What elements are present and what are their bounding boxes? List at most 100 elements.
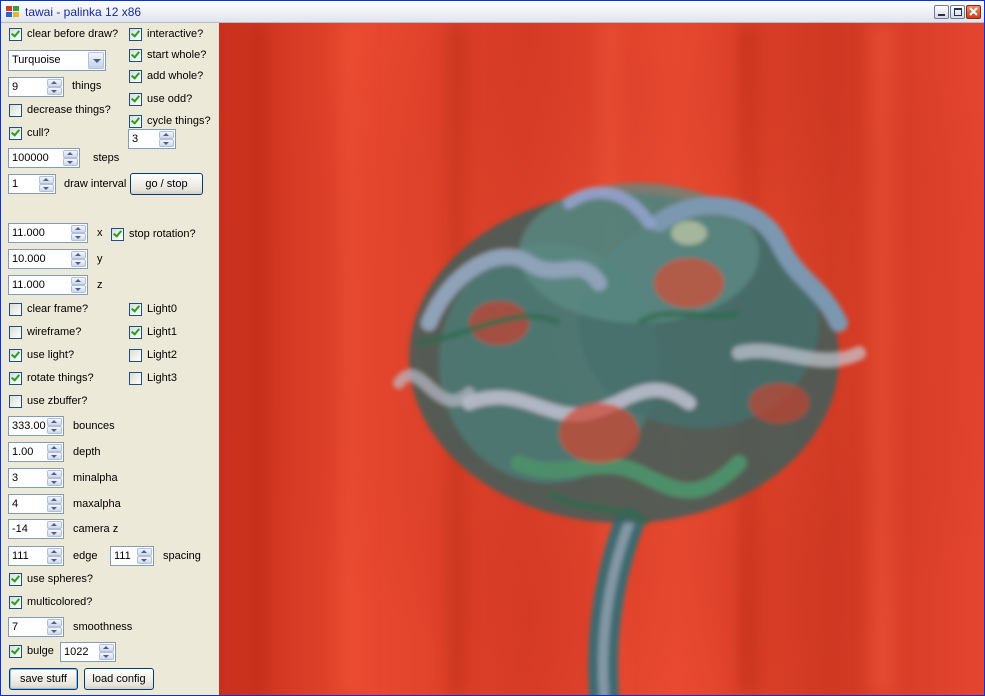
spacing-label: spacing [163, 550, 201, 562]
smoothness-spin-arrows[interactable] [47, 619, 62, 635]
light1-box[interactable] [129, 326, 142, 339]
decrease-things-box[interactable] [9, 104, 22, 117]
bounces-value: 333.00 [12, 420, 46, 432]
cycle-things-label: cycle things? [147, 115, 211, 127]
x-spin-arrows[interactable] [71, 225, 86, 241]
use-light-box[interactable] [9, 349, 22, 362]
render-canvas[interactable] [219, 23, 984, 695]
maxalpha-label: maxalpha [73, 498, 121, 510]
minimize-button[interactable] [934, 5, 949, 19]
minalpha-spinner[interactable]: 3 [8, 468, 64, 488]
bulge-value: 1022 [64, 646, 89, 658]
multicolored-box[interactable] [9, 596, 22, 609]
rotate-things-box[interactable] [9, 372, 22, 385]
bounces-spinner[interactable]: 333.00 [8, 416, 64, 436]
window-title: tawai - palinka 12 x86 [25, 5, 142, 19]
clear-before-draw-box[interactable] [9, 28, 22, 41]
light0-label: Light0 [147, 303, 177, 315]
interactive-box[interactable] [129, 28, 142, 41]
light3-box[interactable] [129, 372, 142, 385]
z-spinner[interactable]: 11.000 [8, 275, 88, 295]
maxalpha-spin-arrows[interactable] [47, 496, 62, 512]
smoothness-label: smoothness [73, 621, 133, 633]
y-spin-arrows[interactable] [71, 251, 86, 267]
add-whole-label: add whole? [147, 70, 204, 82]
light3-label: Light3 [147, 372, 177, 384]
light2-box[interactable] [129, 349, 142, 362]
stop-rotation-box[interactable] [111, 228, 124, 241]
spacing-spin-arrows[interactable] [137, 548, 152, 564]
clear-frame-box[interactable] [9, 303, 22, 316]
cycle-value: 3 [132, 133, 139, 145]
app-icon [6, 6, 19, 17]
draw-interval-label: draw interval [64, 178, 127, 190]
wireframe-label: wireframe? [27, 326, 82, 338]
multicolored-label: multicolored? [27, 596, 93, 608]
cycle-things-box[interactable] [129, 115, 142, 128]
draw-interval-spin-arrows[interactable] [39, 176, 54, 192]
wireframe-box[interactable] [9, 326, 22, 339]
things-spinner[interactable]: 9 [8, 77, 64, 97]
start-whole-label: start whole? [147, 49, 207, 61]
steps-spinner[interactable]: 100000 [8, 148, 80, 168]
minalpha-label: minalpha [73, 472, 118, 484]
bounces-spin-arrows[interactable] [47, 418, 62, 434]
y-value: 10.000 [12, 253, 46, 265]
camera-z-spinner[interactable]: -14 [8, 519, 64, 539]
depth-spin-arrows[interactable] [47, 444, 62, 460]
z-value: 11.000 [12, 279, 45, 291]
camera-z-label: camera z [73, 523, 119, 535]
start-whole-box[interactable] [129, 49, 142, 62]
clear-before-draw-label: clear before draw? [27, 28, 119, 40]
z-spin-arrows[interactable] [71, 277, 86, 293]
cycle-spin-arrows[interactable] [159, 131, 174, 147]
maximize-button[interactable] [950, 5, 965, 19]
minimize-icon [938, 14, 945, 16]
color-select-value: Turquoise [12, 54, 61, 66]
steps-spin-arrows[interactable] [63, 150, 78, 166]
x-spinner[interactable]: 11.000 [8, 223, 88, 243]
color-select[interactable]: Turquoise [8, 50, 106, 71]
y-spinner[interactable]: 10.000 [8, 249, 88, 269]
use-zbuffer-box[interactable] [9, 395, 22, 408]
cull-box[interactable] [9, 127, 22, 140]
edge-spin-arrows[interactable] [47, 548, 62, 564]
render-viewport[interactable] [219, 23, 984, 695]
draw-interval-value: 1 [12, 178, 19, 190]
edge-spinner[interactable]: 111 [8, 546, 64, 566]
things-spin-arrows[interactable] [47, 79, 62, 95]
stop-rotation-label: stop rotation? [129, 228, 196, 240]
save-stuff-button[interactable]: save stuff [9, 668, 78, 690]
smoothness-spinner[interactable]: 7 [8, 617, 64, 637]
chevron-down-icon[interactable] [88, 52, 104, 69]
spacing-spinner[interactable]: 111 [110, 546, 154, 566]
depth-value: 1.00 [12, 446, 34, 458]
maxalpha-value: 4 [12, 498, 19, 510]
minalpha-value: 3 [12, 472, 19, 484]
use-light-label: use light? [27, 349, 75, 361]
bulge-spin-arrows[interactable] [99, 644, 114, 660]
bulge-box[interactable] [9, 645, 22, 658]
use-odd-box[interactable] [129, 93, 142, 106]
depth-spinner[interactable]: 1.00 [8, 442, 64, 462]
add-whole-box[interactable] [129, 70, 142, 83]
smoothness-value: 7 [12, 621, 19, 633]
load-config-button[interactable]: load config [84, 668, 154, 690]
use-spheres-label: use spheres? [27, 573, 94, 585]
bulge-spinner[interactable]: 1022 [60, 642, 116, 662]
draw-interval-spinner[interactable]: 1 [8, 174, 56, 194]
title-bar[interactable]: tawai - palinka 12 x86 [1, 1, 984, 23]
maximize-icon [954, 8, 962, 16]
use-zbuffer-label: use zbuffer? [27, 395, 88, 407]
x-value: 11.000 [12, 227, 45, 239]
things-value: 9 [12, 81, 19, 93]
cycle-spinner[interactable]: 3 [128, 129, 176, 149]
light0-box[interactable] [129, 303, 142, 316]
go-stop-button[interactable]: go / stop [130, 173, 203, 195]
maxalpha-spinner[interactable]: 4 [8, 494, 64, 514]
camera-z-spin-arrows[interactable] [47, 521, 62, 537]
use-spheres-box[interactable] [9, 573, 22, 586]
minalpha-spin-arrows[interactable] [47, 470, 62, 486]
steps-label: steps [93, 152, 120, 164]
close-button[interactable] [966, 5, 981, 19]
